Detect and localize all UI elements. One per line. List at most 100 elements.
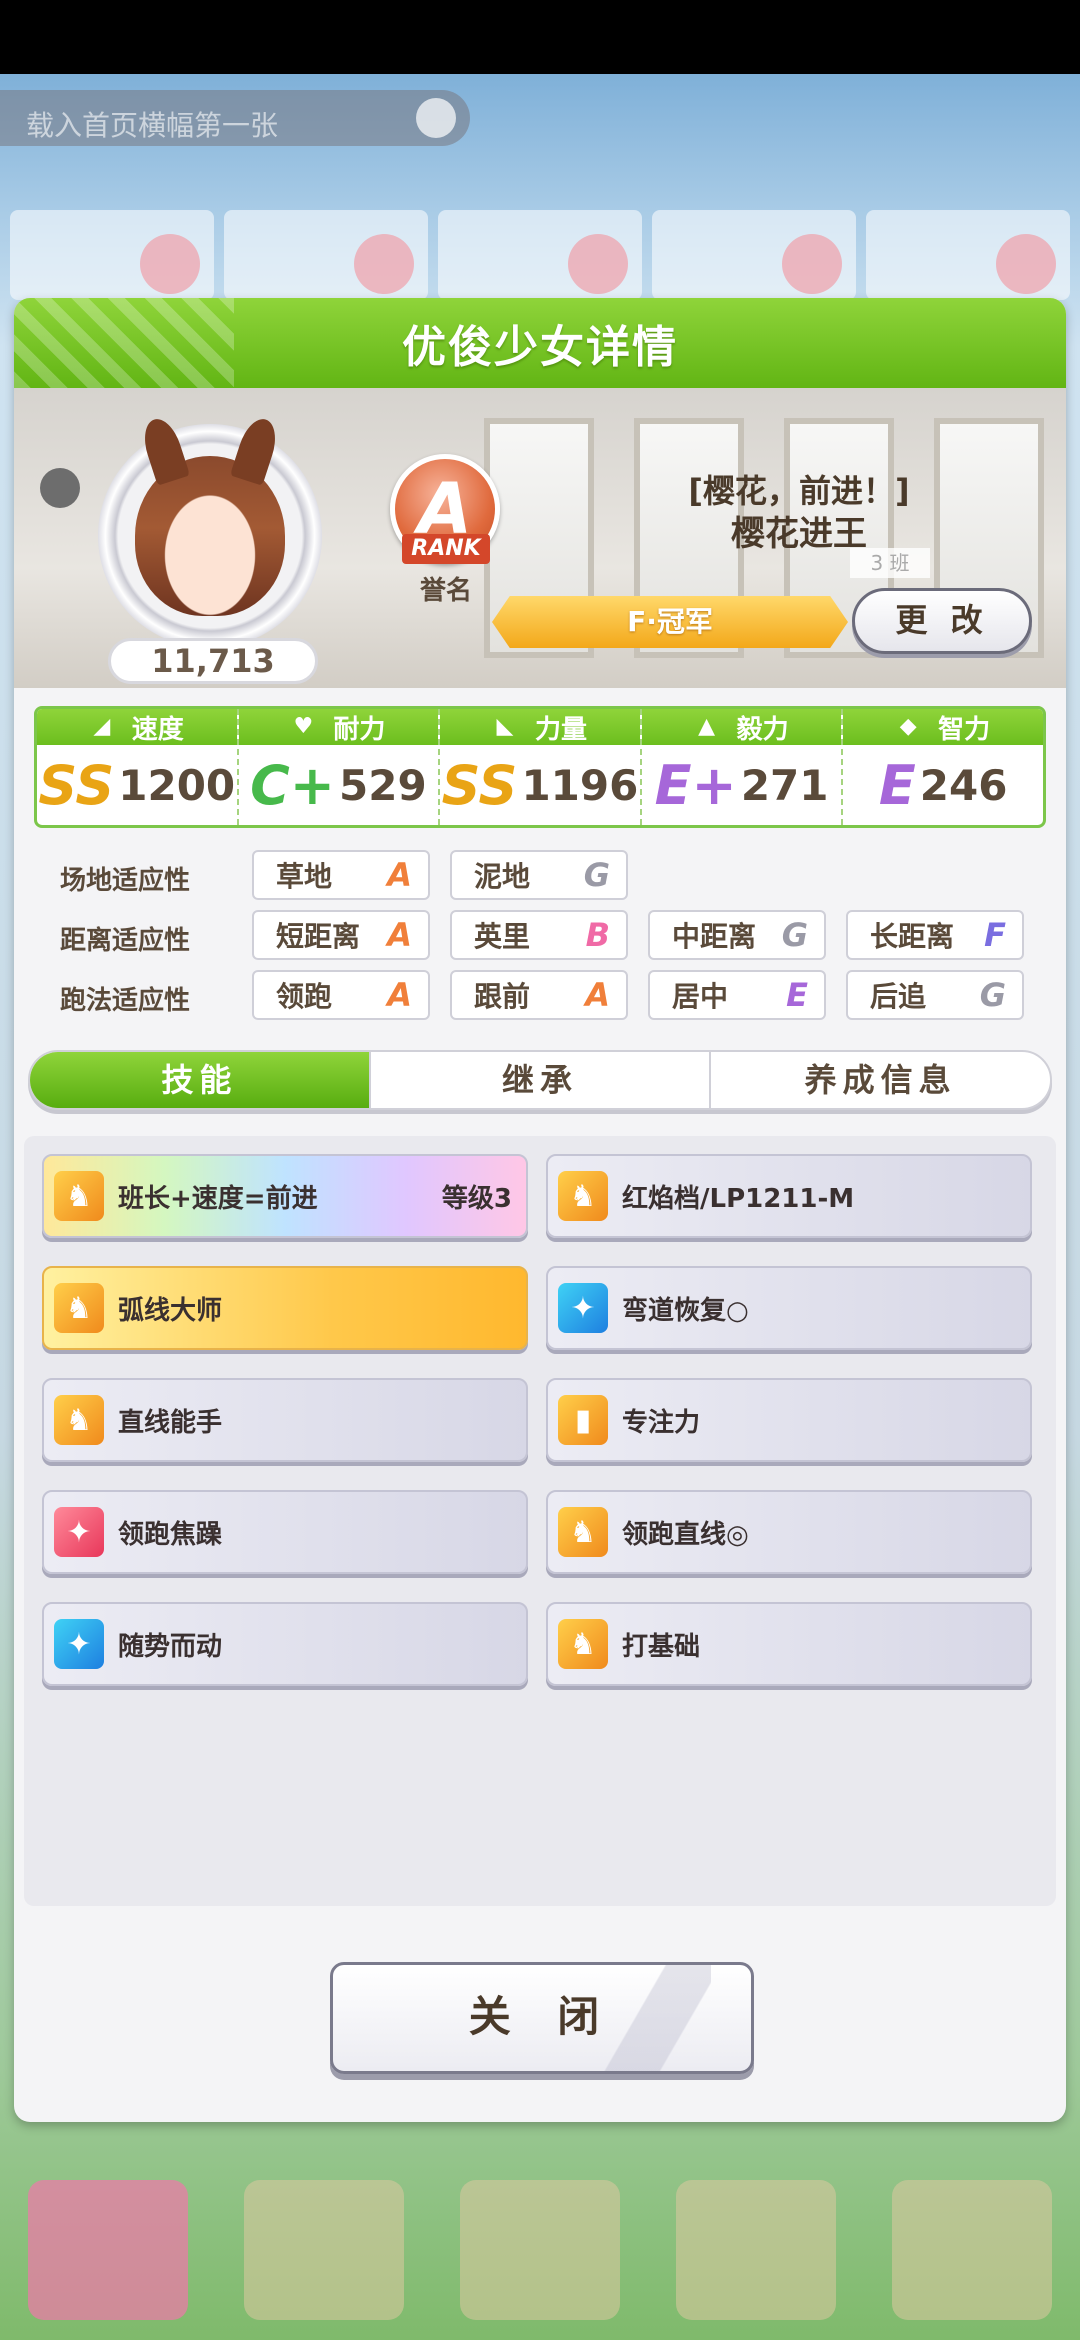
running-horse-icon: ♞ <box>558 1171 608 1221</box>
stat-label: 速度 <box>131 714 184 745</box>
aptitude-name: 居中 <box>672 980 729 1013</box>
skill-item[interactable]: ♞ 红焰档/LP1211-M <box>546 1154 1032 1238</box>
aptitude-name: 中距离 <box>672 920 757 953</box>
stat-speed: ◢ 速度 SS 1200 <box>37 709 239 825</box>
running-horse-icon: ♞ <box>54 1283 104 1333</box>
aptitude-name: 后追 <box>870 980 927 1013</box>
banner-info-icon <box>416 98 456 138</box>
skill-name: 直线能手 <box>118 1407 223 1438</box>
character-hero: 11,713 A RANK 誉名 [樱花，前进！] 樱花进王 3 班 F·冠军 … <box>14 388 1066 688</box>
aptitude-grade: A <box>387 916 412 954</box>
skill-item[interactable]: ✦ 随势而动 <box>42 1602 528 1686</box>
aptitude-cell: 中距离 G <box>648 910 826 960</box>
aptitude-cell: 草地 A <box>252 850 430 900</box>
detail-tabs: 技能 继承 养成信息 <box>28 1050 1052 1110</box>
track-aptitude-row: 场地适应性 草地 A 泥地 G <box>34 850 1046 902</box>
aptitude-name: 英里 <box>474 920 531 953</box>
background-banner: 载入首页横幅第一张 <box>0 90 470 146</box>
skill-item[interactable]: ♞ 直线能手 <box>42 1378 528 1462</box>
background-bottom-nav <box>0 2140 1080 2340</box>
aptitude-cell: 短距离 A <box>252 910 430 960</box>
skill-name: 红焰档/LP1211-M <box>622 1183 855 1214</box>
tab-inheritance[interactable]: 继承 <box>371 1052 712 1108</box>
skill-name: 领跑直线◎ <box>622 1519 749 1550</box>
stat-value: 1200 <box>118 760 236 810</box>
skill-name: 领跑焦躁 <box>118 1519 223 1550</box>
gate-icon: ▮ <box>558 1395 608 1445</box>
aptitude-grade: G <box>781 916 808 954</box>
style-aptitude-row: 跑法适应性 领跑 A 跟前 A 居中 E 后追 G <box>34 970 1046 1022</box>
aptitude-grade: F <box>984 916 1006 954</box>
close-button[interactable]: 关 闭 <box>330 1962 754 2074</box>
skill-name: 弯道恢复○ <box>622 1295 749 1326</box>
skill-name: 打基础 <box>622 1631 701 1662</box>
stat-grade: E+ <box>654 753 737 817</box>
tab-skills[interactable]: 技能 <box>30 1052 371 1108</box>
stat-stamina: ♥ 耐力 C+ 529 <box>238 709 441 825</box>
skill-item[interactable]: ▮ 专注力 <box>546 1378 1032 1462</box>
stat-label: 耐力 <box>333 714 386 745</box>
dialog-header: 优俊少女详情 <box>14 298 1066 388</box>
graduation-cap-icon: ◆ <box>899 714 917 739</box>
aptitude-name: 草地 <box>276 860 333 893</box>
skill-item[interactable]: ♞ 弧线大师 <box>42 1266 528 1350</box>
change-title-button[interactable]: 更 改 <box>852 588 1032 654</box>
skill-level: 等级3 <box>441 1183 512 1214</box>
aptitude-grade: A <box>387 856 412 894</box>
stat-label: 毅力 <box>736 714 789 745</box>
avatar[interactable] <box>98 424 322 648</box>
stat-value: 529 <box>339 760 427 810</box>
skill-item[interactable]: ♞ 领跑直线◎ <box>546 1490 1032 1574</box>
stat-guts: ▲ 毅力 E+ 271 <box>641 709 844 825</box>
aptitude-cell: 英里 B <box>450 910 628 960</box>
running-horse-icon: ♞ <box>558 1507 608 1557</box>
fan-count: 11,713 <box>108 638 318 684</box>
aptitude-grade: G <box>583 856 610 894</box>
skill-name: 班长+速度=前进 <box>118 1183 318 1214</box>
aptitude-grade: A <box>585 976 610 1014</box>
muscle-icon: ◣ <box>496 714 514 739</box>
character-portrait <box>135 456 285 616</box>
aptitude-cell: 居中 E <box>648 970 826 1020</box>
skill-item[interactable]: ✦ 弯道恢复○ <box>546 1266 1032 1350</box>
stat-wisdom: ◆ 智力 E 246 <box>843 709 1043 825</box>
stat-power: ◣ 力量 SS 1196 <box>440 709 642 825</box>
stat-label: 力量 <box>534 714 587 745</box>
aptitude-row-label: 跑法适应性 <box>60 986 191 1016</box>
aptitude-cell: 领跑 A <box>252 970 430 1020</box>
title-banner: F·冠军 <box>492 596 848 648</box>
sparkle-icon: ✦ <box>54 1507 104 1557</box>
stats-table: ◢ 速度 SS 1200 ♥ 耐力 C+ 529 ◣ 力量 SS 1196 ▲ 毅力 E+ 27… <box>34 706 1046 828</box>
background-cards <box>10 210 1070 300</box>
shoe-icon: ◢ <box>93 714 111 739</box>
skill-item[interactable]: ✦ 领跑焦躁 <box>42 1490 528 1574</box>
aptitude-row-label: 场地适应性 <box>60 866 191 896</box>
stat-label: 智力 <box>938 714 991 745</box>
aptitude-name: 跟前 <box>474 980 531 1013</box>
skill-item[interactable]: ♞ 班长+速度=前进 等级3 <box>42 1154 528 1238</box>
distance-aptitude-row: 距离适应性 短距离 A 英里 B 中距离 G 长距离 F <box>34 910 1046 962</box>
sparkle-icon: ✦ <box>558 1283 608 1333</box>
aptitude-name: 短距离 <box>276 920 361 953</box>
stat-value: 246 <box>919 760 1008 810</box>
skill-item[interactable]: ♞ 打基础 <box>546 1602 1032 1686</box>
rank-label: 誉名 <box>419 576 472 606</box>
running-horse-icon: ♞ <box>54 1171 104 1221</box>
skill-name: 专注力 <box>622 1407 701 1438</box>
heart-icon: ♥ <box>293 714 314 739</box>
class-tag: 3 班 <box>850 548 930 578</box>
running-horse-icon: ♞ <box>558 1619 608 1669</box>
aptitude-cell: 跟前 A <box>450 970 628 1020</box>
stat-value: 1196 <box>521 760 639 810</box>
aptitude-name: 领跑 <box>276 980 333 1013</box>
skill-name: 随势而动 <box>118 1631 223 1662</box>
running-horse-icon: ♞ <box>54 1395 104 1445</box>
stat-value: 271 <box>740 760 829 810</box>
tab-training-info[interactable]: 养成信息 <box>711 1052 1050 1108</box>
aptitude-cell: 长距离 F <box>846 910 1024 960</box>
tail-icon <box>40 468 80 508</box>
aptitude-cell: 泥地 G <box>450 850 628 900</box>
aptitude-grade: G <box>979 976 1006 1014</box>
stat-grade: C+ <box>250 753 335 817</box>
aptitude-grade: B <box>585 916 610 954</box>
